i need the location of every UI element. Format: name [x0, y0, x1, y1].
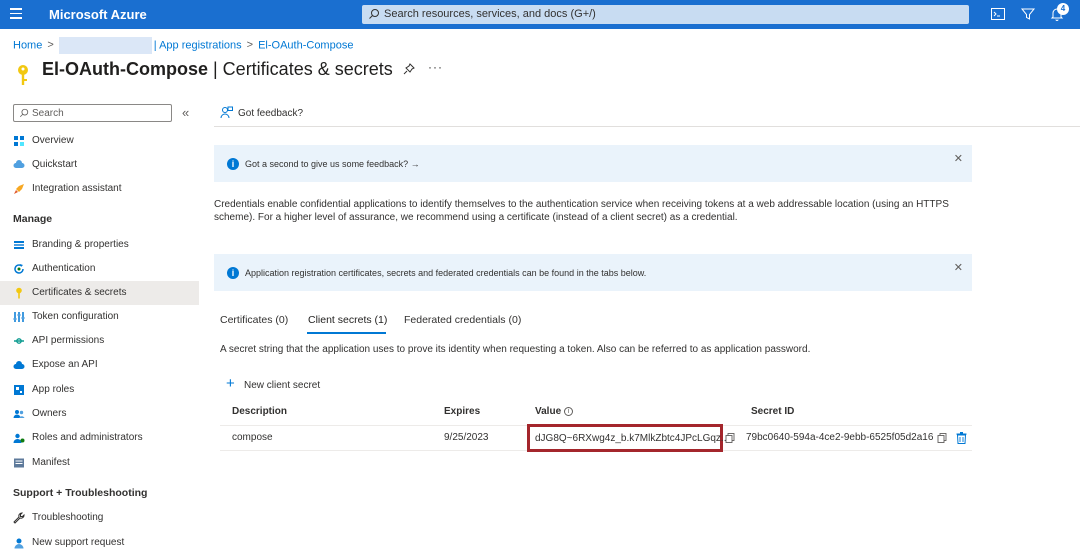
feedback-banner-link[interactable]: Got a second to give us some feedback? → [245, 159, 420, 169]
column-header-expires[interactable]: Expires [444, 406, 480, 417]
secret-description-cell: compose [232, 432, 273, 443]
more-options-button[interactable]: ··· [428, 60, 443, 74]
support-heading: Support + Troubleshooting [13, 487, 148, 499]
notification-badge: 4 [1057, 3, 1069, 15]
close-icon[interactable]: ✕ [954, 152, 963, 165]
key-icon [18, 65, 28, 85]
sidebar-item-overview[interactable]: Overview [0, 129, 199, 153]
info-banner: i Application registration certificates,… [214, 254, 972, 291]
cloud-bolt-icon [13, 160, 25, 168]
sidebar-item-new-support-request[interactable]: New support request [0, 531, 199, 555]
search-placeholder: Search resources, services, and docs (G+… [384, 8, 596, 20]
sidebar-item-quickstart[interactable]: Quickstart [0, 153, 199, 177]
brand-name[interactable]: Microsoft Azure [49, 7, 147, 22]
menu-icon[interactable] [10, 8, 22, 20]
feedback-toolbar: Got feedback? [214, 100, 1080, 127]
rocket-icon [14, 184, 24, 194]
sidebar-item-branding[interactable]: Branding & properties [0, 233, 199, 257]
key-icon [16, 287, 22, 299]
admin-icon [13, 433, 25, 443]
sidebar-item-expose-api[interactable]: Expose an API [0, 353, 199, 377]
copy-icon[interactable] [725, 433, 735, 443]
info-icon: i [227, 158, 239, 170]
sidebar-item-authentication[interactable]: Authentication [0, 257, 199, 281]
tab-federated-credentials[interactable]: Federated credentials (0) [404, 314, 521, 326]
cloud-icon [13, 361, 25, 369]
sidebar-item-manifest[interactable]: Manifest [0, 451, 199, 475]
redacted-tenant [58, 37, 152, 54]
sidebar-search-input[interactable]: Search [13, 104, 172, 122]
manifest-icon [14, 458, 24, 468]
breadcrumb: Home > | App registrations > El-OAuth-Compos… [13, 37, 353, 54]
permissions-icon [14, 338, 24, 344]
breadcrumb-current[interactable]: El-OAuth-Compose [258, 39, 353, 51]
feedback-banner: i Got a second to give us some feedback?… [214, 145, 972, 182]
close-icon[interactable]: ✕ [954, 261, 963, 274]
sidebar-item-integration-assistant[interactable]: Integration assistant [0, 177, 199, 201]
list-icon [14, 241, 24, 249]
column-header-secret-id[interactable]: Secret ID [751, 406, 794, 417]
copy-icon[interactable] [937, 433, 947, 443]
people-icon [13, 410, 25, 418]
sidebar-item-certificates-secrets[interactable]: Certificates & secrets [0, 281, 199, 305]
breadcrumb-separator: > [47, 39, 54, 52]
tab-certificates[interactable]: Certificates (0) [220, 314, 288, 326]
app-roles-icon [14, 385, 24, 395]
breadcrumb-separator: > [246, 39, 254, 52]
secret-id-cell: 79bc0640-594a-4ce2-9ebb-6525f05d2a16 [746, 432, 934, 443]
got-feedback-button[interactable]: Got feedback? [238, 108, 303, 119]
cloud-shell-icon[interactable] [990, 6, 1006, 22]
sidebar-item-troubleshooting[interactable]: Troubleshooting [0, 506, 199, 530]
info-icon[interactable]: i [564, 407, 574, 416]
wrench-icon [13, 512, 25, 524]
sidebar-item-api-permissions[interactable]: API permissions [0, 329, 199, 353]
breadcrumb-home[interactable]: Home [13, 39, 42, 51]
collapse-sidebar-icon[interactable]: « [182, 105, 189, 120]
directory-filter-icon[interactable] [1020, 6, 1036, 22]
active-tab-indicator [307, 332, 386, 334]
sidebar-item-token-configuration[interactable]: Token configuration [0, 305, 199, 329]
sidebar-item-roles-administrators[interactable]: Roles and administrators [0, 426, 199, 450]
manage-heading: Manage [13, 213, 53, 225]
sidebar-item-owners[interactable]: Owners [0, 402, 199, 426]
top-bar: Microsoft Azure Search resources, servic… [0, 0, 1080, 29]
client-secrets-description: A secret string that the application use… [220, 344, 811, 355]
global-search-input[interactable]: Search resources, services, and docs (G+… [362, 5, 969, 24]
secret-expires-cell: 9/25/2023 [444, 432, 489, 443]
credentials-description: Credentials enable confidential applicat… [214, 199, 949, 223]
sidebar-item-app-roles[interactable]: App roles [0, 378, 199, 402]
column-header-value[interactable]: Value i [535, 406, 574, 417]
secret-value-highlight: dJG8Q~6RXwg4z_b.k7MlkZbtc4JPcLGqz... [527, 424, 729, 452]
tab-client-secrets[interactable]: Client secrets (1) [308, 314, 387, 326]
info-icon: i [227, 267, 239, 279]
search-icon [19, 108, 29, 118]
plus-icon: + [226, 375, 235, 392]
sidebar-search-placeholder: Search [32, 108, 64, 119]
info-banner-text: Application registration certificates, s… [245, 268, 647, 278]
search-icon [369, 9, 379, 19]
feedback-icon[interactable] [220, 106, 233, 119]
page-title: El-OAuth-Compose | Certificates & secret… [42, 59, 393, 79]
grid-icon [14, 136, 24, 146]
secret-value-cell[interactable]: dJG8Q~6RXwg4z_b.k7MlkZbtc4JPcLGqz... [535, 433, 729, 444]
breadcrumb-app-registrations[interactable]: | App registrations [154, 39, 242, 51]
delete-icon[interactable] [956, 432, 967, 444]
support-icon [14, 538, 24, 549]
refresh-icon [14, 264, 24, 274]
pin-icon[interactable] [403, 63, 415, 75]
sliders-icon [13, 312, 25, 322]
column-header-description[interactable]: Description [232, 406, 287, 417]
